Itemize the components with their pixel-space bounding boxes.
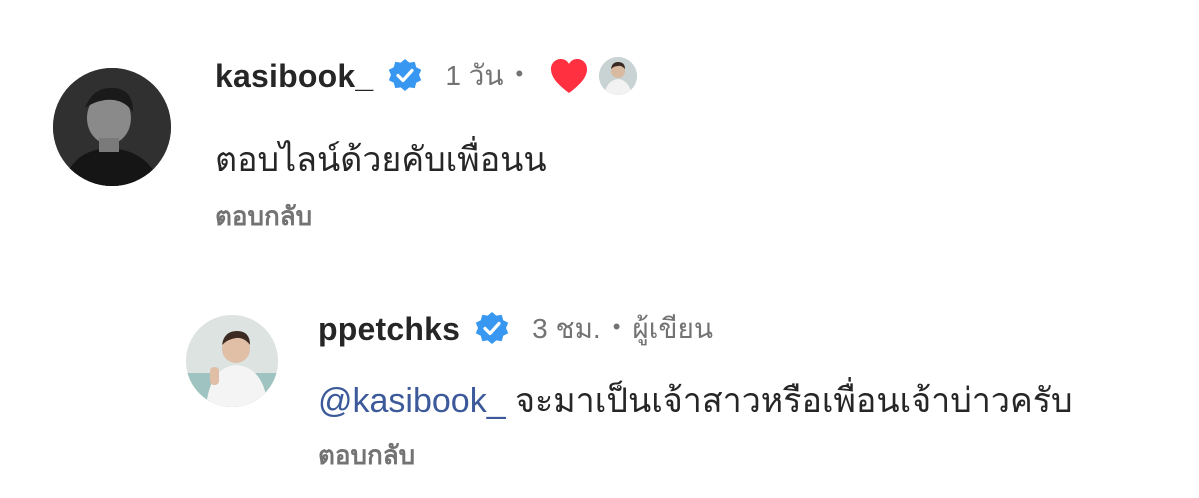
separator-dot: • (612, 314, 621, 339)
username[interactable]: kasibook_ (215, 58, 373, 95)
heart-icon[interactable] (549, 57, 589, 95)
comment-text: @kasibook_ จะมาเป็นเจ้าสาวหรือเพื่อนเจ้า… (318, 373, 1073, 427)
verified-badge-icon (387, 58, 423, 94)
author-tag: ผู้เขียน (632, 313, 714, 344)
username[interactable]: ppetchks (318, 311, 460, 348)
verified-badge-icon (474, 311, 510, 347)
comment-body: จะมาเป็นเจ้าสาวหรือเพื่อนเจ้าบ่าวครับ (515, 382, 1073, 420)
mention-link[interactable]: @kasibook_ (318, 382, 506, 420)
avatar[interactable] (186, 315, 278, 407)
separator-dot: • (515, 61, 524, 86)
reply-button[interactable]: ตอบกลับ (215, 196, 312, 237)
author-avatar (599, 57, 638, 95)
avatar[interactable] (53, 68, 171, 186)
comment-time: 3 ชม. (532, 313, 601, 344)
comment-time: 1 วัน (445, 60, 504, 91)
reply-button[interactable]: ตอบกลับ (318, 435, 415, 476)
comment-header: kasibook_ 1 วัน • (215, 57, 638, 95)
comment-header: ppetchks 3 ชม. • ผู้เขียน (318, 311, 713, 347)
comment-text: ตอบไลน์ด้วยคับเพื่อนน (215, 141, 547, 179)
